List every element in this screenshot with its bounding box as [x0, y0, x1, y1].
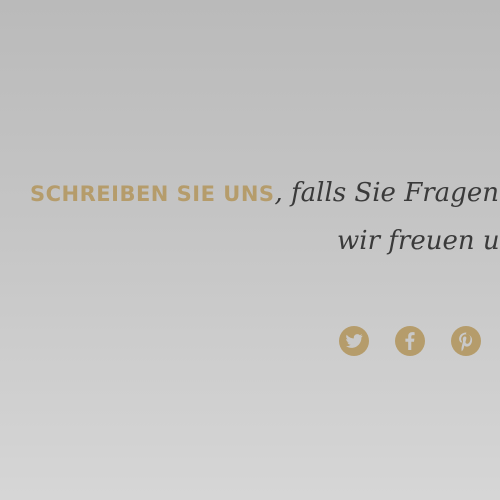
contact-lead-text: , falls Sie Fragen: [274, 178, 499, 208]
twitter-link[interactable]: [338, 325, 370, 357]
twitter-icon: [339, 326, 369, 356]
facebook-icon: [395, 326, 425, 356]
contact-text: SCHREIBEN SIE UNS, falls Sie Fragen: [30, 178, 499, 208]
pinterest-icon: [451, 326, 481, 356]
pinterest-link[interactable]: [450, 325, 482, 357]
contact-link[interactable]: SCHREIBEN SIE UNS: [30, 182, 275, 206]
social-icons: [338, 325, 482, 357]
contact-second-line: wir freuen u: [337, 226, 500, 256]
facebook-link[interactable]: [394, 325, 426, 357]
